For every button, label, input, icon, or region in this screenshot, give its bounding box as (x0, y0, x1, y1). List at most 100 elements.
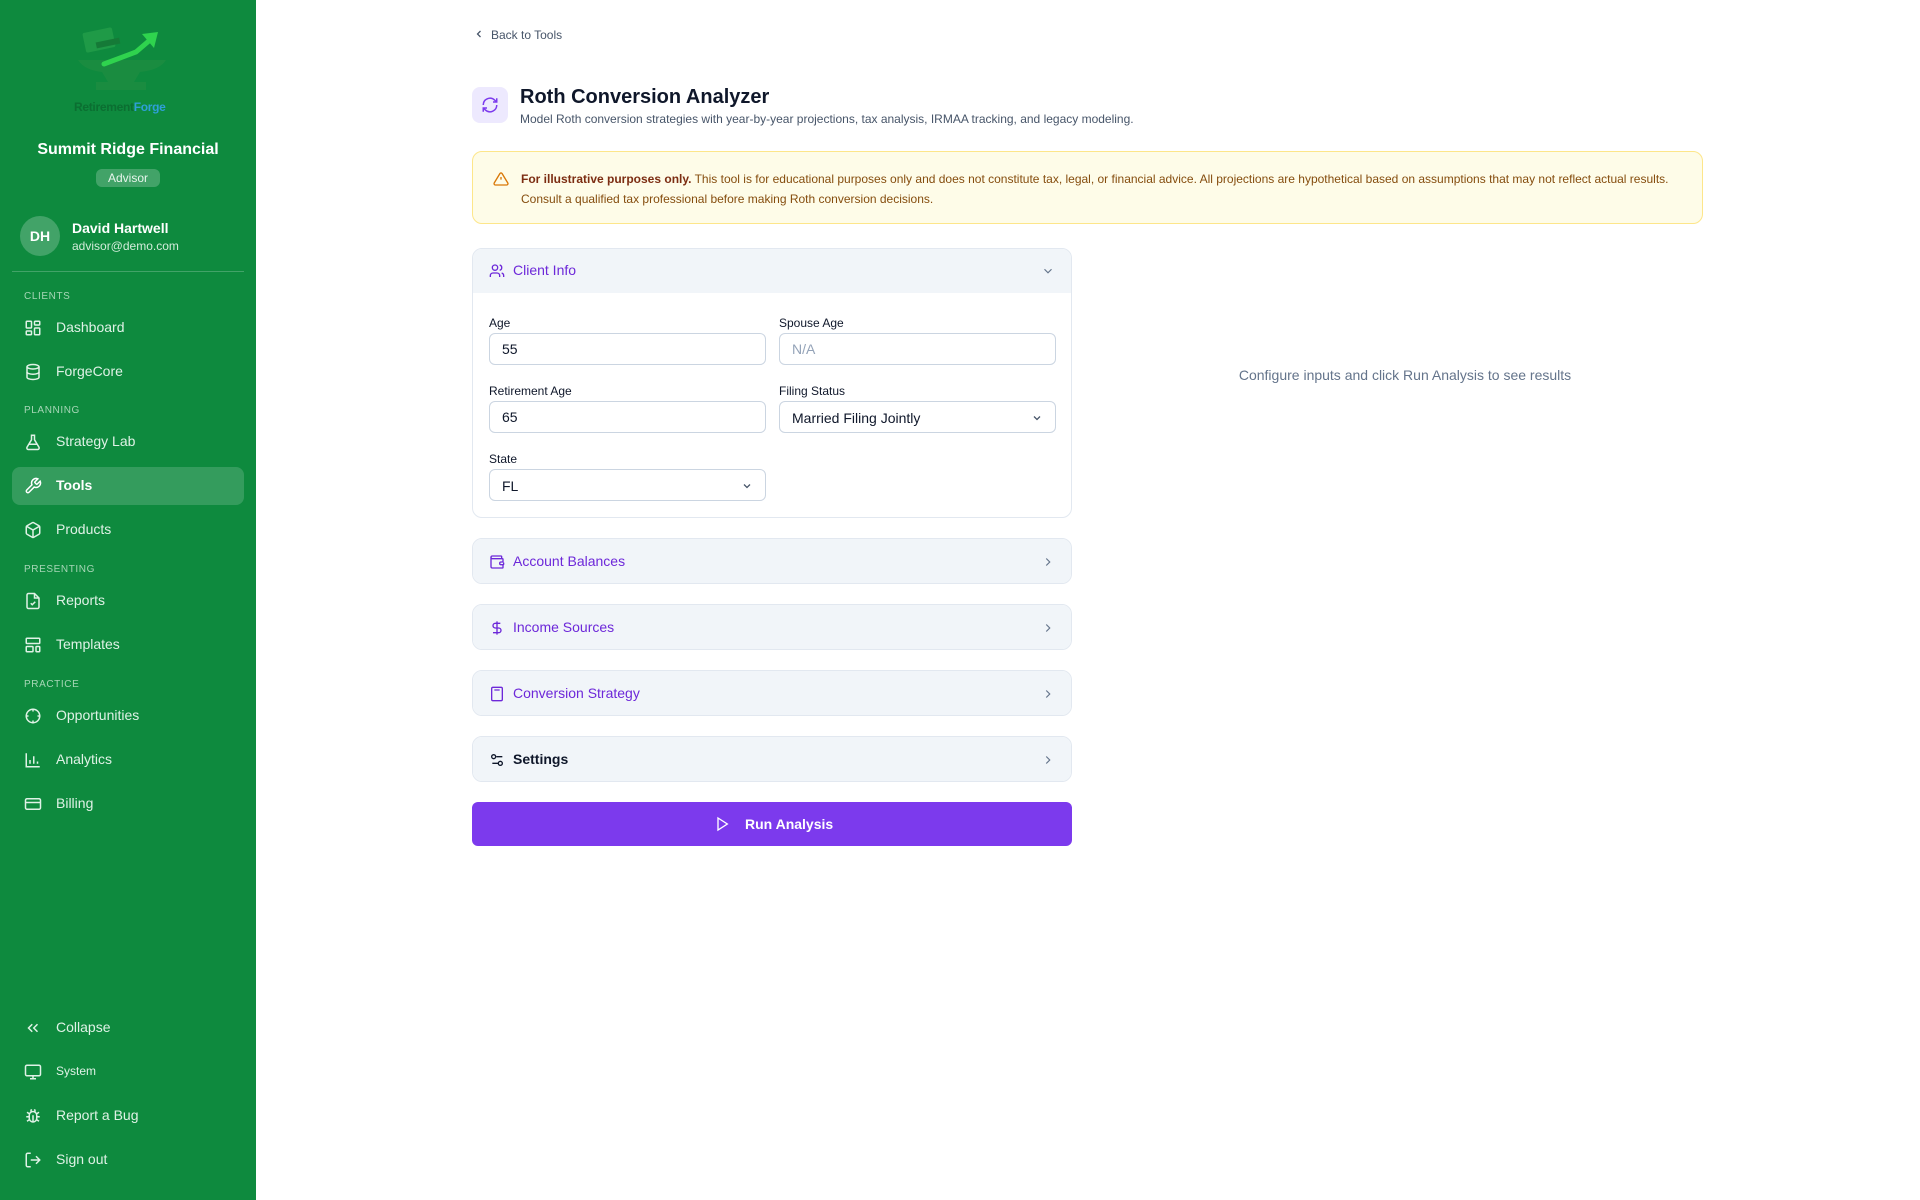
settings-panel: Settings (472, 736, 1072, 782)
conversion-strategy-panel: Conversion Strategy (472, 670, 1072, 716)
sidebar-item-sign-out[interactable]: Sign out (12, 1141, 244, 1179)
chevron-left-icon (476, 30, 481, 38)
avatar: DH (20, 216, 60, 256)
retirementforge-logo[interactable]: RetirementForge (70, 24, 186, 116)
income-sources-title: Income Sources (513, 619, 615, 635)
run-analysis-label: Run Analysis (745, 816, 834, 832)
flask-icon (24, 433, 42, 451)
package-icon (24, 521, 42, 539)
sidebar-item-label: Analytics (56, 751, 113, 767)
sidebar-item-reports[interactable]: Reports (12, 582, 244, 620)
wrench-icon (24, 477, 42, 495)
filing-status-select[interactable]: Married Filing Jointly (779, 401, 1056, 433)
sidebar-item-tools[interactable]: Tools (12, 467, 244, 505)
sidebar-item-billing[interactable]: Billing (12, 785, 244, 823)
run-analysis-button[interactable]: Run Analysis (472, 802, 1072, 846)
credit-card-icon (24, 795, 42, 813)
log-out-icon (24, 1151, 42, 1169)
users-icon (489, 263, 505, 279)
retirement-age-input[interactable] (490, 402, 765, 432)
client-info-panel: Client Info Age Spouse Age Retirement Ag… (472, 248, 1072, 518)
sidebar-item-label: Products (56, 521, 112, 537)
chevron-down-icon (743, 484, 751, 489)
sidebar-item-templates[interactable]: Templates (12, 626, 244, 664)
warning-triangle-icon (493, 172, 509, 186)
sidebar-item-strategy-lab[interactable]: Strategy Lab (12, 423, 244, 461)
dollar-sign-icon (489, 620, 505, 636)
back-link-label: Back to Tools (491, 28, 563, 42)
results-empty-state: Configure inputs and click Run Analysis … (1238, 367, 1572, 383)
layout-template-icon (24, 636, 42, 654)
sidebar-item-label: ForgeCore (56, 363, 123, 379)
dashboard-icon (24, 319, 42, 337)
anvil-logo-icon (78, 27, 166, 90)
page-subtitle: Model Roth conversion strategies with ye… (520, 112, 1134, 126)
sidebar-item-forgecore[interactable]: ForgeCore (12, 353, 244, 391)
account-balances-header[interactable]: Account Balances (473, 539, 1071, 583)
age-field[interactable] (489, 333, 766, 365)
account-balances-title: Account Balances (513, 553, 626, 569)
page-title: Roth Conversion Analyzer (520, 86, 770, 108)
conversion-strategy-header[interactable]: Conversion Strategy (473, 671, 1071, 715)
sidebar-item-label: Report a Bug (56, 1107, 139, 1123)
sidebar: RetirementForge Summit Ridge Financial A… (0, 0, 256, 1200)
section-label-practice: PRACTICE (24, 679, 80, 690)
state-value: FL (502, 478, 519, 494)
chevron-right-icon (1045, 558, 1051, 566)
sidebar-item-label: Tools (56, 477, 93, 493)
sidebar-item-label: Templates (56, 636, 120, 652)
database-icon (24, 363, 42, 381)
sidebar-item-label: System (56, 1064, 97, 1078)
chevrons-left-icon (24, 1019, 42, 1037)
bar-chart-icon (24, 751, 42, 769)
chevron-right-icon (1045, 624, 1051, 632)
age-input[interactable] (490, 334, 765, 364)
sidebar-item-label: Strategy Lab (56, 433, 136, 449)
chevron-right-icon (1045, 756, 1051, 764)
sidebar-item-analytics[interactable]: Analytics (12, 741, 244, 779)
chevron-down-icon (1033, 416, 1041, 421)
calculator-icon (489, 686, 505, 702)
refresh-cw-icon (472, 87, 508, 123)
client-info-header[interactable]: Client Info (473, 249, 1071, 293)
sidebar-item-system[interactable]: System (12, 1053, 244, 1091)
section-label-clients: CLIENTS (24, 291, 71, 302)
sidebar-item-label: Sign out (56, 1151, 108, 1167)
sidebar-item-opportunities[interactable]: Opportunities (12, 697, 244, 735)
organization-name: Summit Ridge Financial (37, 141, 219, 158)
sidebar-item-dashboard[interactable]: Dashboard (12, 309, 244, 347)
account-balances-panel: Account Balances (472, 538, 1072, 584)
role-badge: Advisor (96, 169, 160, 187)
chevron-right-icon (1045, 690, 1051, 698)
user-profile[interactable]: DH David Hartwell advisor@demo.com (20, 216, 240, 256)
spouse-age-input[interactable] (780, 334, 1055, 364)
spouse-age-field[interactable] (779, 333, 1056, 365)
sidebar-item-label: Reports (56, 592, 106, 608)
state-select[interactable]: FL (489, 469, 766, 501)
disclaimer-body: This tool is for educational purposes on… (521, 172, 1669, 206)
sidebar-item-report-bug[interactable]: Report a Bug (12, 1097, 244, 1135)
state-label: State (489, 452, 518, 466)
client-info-title: Client Info (513, 262, 577, 278)
sidebar-divider (12, 271, 244, 272)
play-icon (717, 816, 729, 832)
disclaimer-text: For illustrative purposes only. This too… (521, 169, 1681, 209)
wallet-icon (489, 554, 505, 570)
sidebar-item-label: Dashboard (56, 319, 125, 335)
section-label-planning: PLANNING (24, 405, 80, 416)
sidebar-item-products[interactable]: Products (12, 511, 244, 549)
section-label-presenting: PRESENTING (24, 564, 96, 575)
disclaimer-banner: For illustrative purposes only. This too… (472, 151, 1703, 224)
sidebar-item-label: Opportunities (56, 707, 140, 723)
sidebar-collapse-button[interactable]: Collapse (12, 1009, 244, 1047)
income-sources-header[interactable]: Income Sources (473, 605, 1071, 649)
file-check-icon (24, 592, 42, 610)
income-sources-panel: Income Sources (472, 604, 1072, 650)
sidebar-item-label: Collapse (56, 1019, 111, 1035)
chevron-down-icon (1044, 268, 1052, 274)
settings-header[interactable]: Settings (473, 737, 1071, 781)
settings-sliders-icon (489, 752, 505, 768)
conversion-strategy-title: Conversion Strategy (513, 685, 640, 701)
retirement-age-field[interactable] (489, 401, 766, 433)
disclaimer-bold: For illustrative purposes only. (521, 172, 692, 186)
